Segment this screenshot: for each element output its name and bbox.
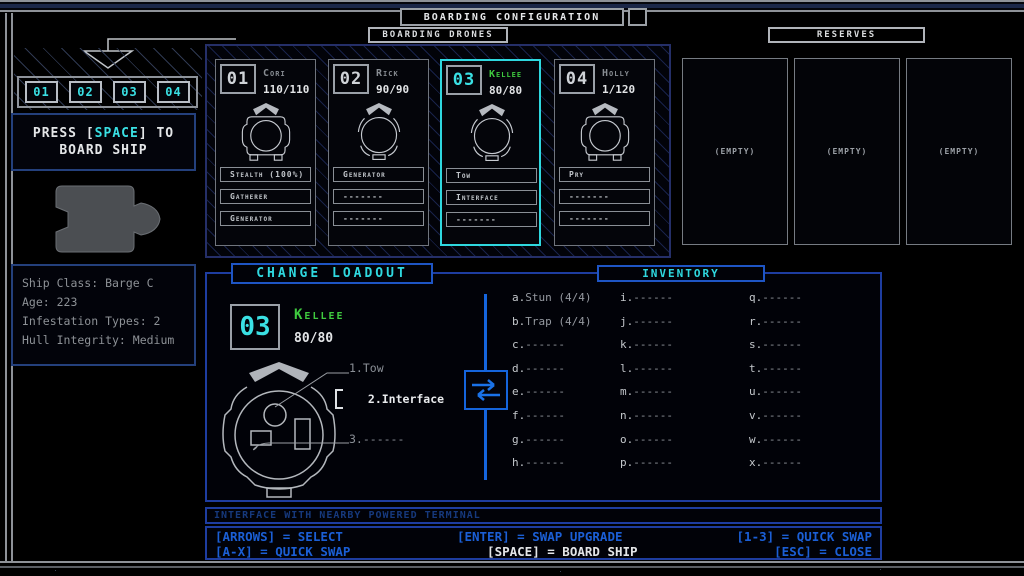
upgrade-slot-1[interactable]: Stealth (100%) bbox=[220, 167, 311, 182]
hint-arrows-select: [ARROWS] = SELECT bbox=[215, 529, 343, 544]
hint-enter-swap: [ENTER] = SWAP UPGRADE bbox=[457, 529, 623, 544]
dock-slot-02[interactable]: 02 bbox=[69, 81, 102, 103]
drone-number: 03 bbox=[446, 65, 482, 95]
inventory-item-m[interactable]: m.------ bbox=[620, 380, 752, 404]
drone-card-holly[interactable]: 04 Holly 1/120 Pry ------- ------- bbox=[554, 59, 655, 246]
upgrade-slot-1[interactable]: Generator bbox=[333, 167, 424, 182]
inventory-item-j[interactable]: j.------ bbox=[620, 310, 752, 334]
drone-card-kellee-selected[interactable]: 03 Kellee 80/80 Tow Interface ------- bbox=[440, 59, 541, 246]
drone-topview-diagram bbox=[215, 359, 365, 501]
inventory-item-p[interactable]: p.------ bbox=[620, 451, 752, 475]
dock-slot-row: 01 02 03 04 bbox=[17, 76, 198, 108]
ship-hull: Hull Integrity: Medium bbox=[22, 331, 194, 350]
board-ship-prompt: PRESS [SPACE] TO BOARD SHIP bbox=[11, 113, 196, 171]
loadout-slot-2-label: 2.Interface bbox=[368, 392, 444, 406]
drone-number: 02 bbox=[333, 64, 369, 94]
change-loadout-panel: CHANGE LOADOUT INVENTORY 03 Kellee 80/80… bbox=[205, 272, 882, 502]
dock-slot-01[interactable]: 01 bbox=[25, 81, 58, 103]
drone-number: 01 bbox=[220, 64, 256, 94]
status-bar: INTERFACE WITH NEARBY POWERED TERMINAL bbox=[205, 507, 882, 524]
upgrade-slot-1[interactable]: Tow bbox=[446, 168, 537, 183]
hint-a-x-quick-swap: [A-X] = QUICK SWAP bbox=[215, 544, 350, 559]
ship-silhouette bbox=[42, 180, 164, 260]
inventory-item-q[interactable]: q.------ bbox=[749, 286, 881, 310]
prompt-text-post: ] TO bbox=[139, 126, 174, 141]
drone-icon bbox=[570, 100, 640, 164]
loadout-slot-2-selected[interactable]: 2.Interface bbox=[335, 388, 477, 410]
hint-space-board-ship: [SPACE] = BOARD SHIP bbox=[487, 544, 638, 559]
inventory-column-2: i.------j.------k.------l.------m.------… bbox=[620, 286, 752, 475]
drone-name: Cori bbox=[263, 68, 286, 79]
prompt-text: PRESS [ bbox=[33, 126, 95, 141]
inventory-title: INVENTORY bbox=[597, 265, 765, 282]
upgrade-slot-3[interactable]: Generator bbox=[220, 211, 311, 226]
loadout-drone-hp: 80/80 bbox=[294, 331, 333, 346]
prompt-line2: BOARD SHIP bbox=[59, 142, 147, 159]
inventory-item-o[interactable]: o.------ bbox=[620, 428, 752, 452]
drone-card-rick[interactable]: 02 Rick 90/90 Generator ------- ------- bbox=[328, 59, 429, 246]
upgrade-slot-2[interactable]: Gatherer bbox=[220, 189, 311, 204]
inventory-item-t[interactable]: t.------ bbox=[749, 357, 881, 381]
swap-arrows-icon bbox=[464, 370, 508, 410]
ship-class: Ship Class: Barge C bbox=[22, 274, 194, 293]
inventory-item-i[interactable]: i.------ bbox=[620, 286, 752, 310]
help-bar: [ARROWS] = SELECT [ENTER] = SWAP UPGRADE… bbox=[205, 526, 882, 560]
hint-1-3-quick-swap: [1-3] = QUICK SWAP bbox=[737, 529, 872, 544]
upgrade-slot-1[interactable]: Pry bbox=[559, 167, 650, 182]
drone-hp: 80/80 bbox=[489, 84, 522, 97]
drone-card-cori[interactable]: 01 Cori 110/110 Stealth (100%) Gatherer … bbox=[215, 59, 316, 246]
page-title: BOARDING CONFIGURATION bbox=[400, 8, 624, 26]
inventory-item-w[interactable]: w.------ bbox=[749, 428, 881, 452]
section-label-boarding-drones: BOARDING DRONES bbox=[368, 27, 508, 43]
loadout-slot-3[interactable]: 3.------ bbox=[349, 432, 404, 446]
upgrade-slot-3[interactable]: ------- bbox=[333, 211, 424, 226]
drone-number: 04 bbox=[559, 64, 595, 94]
title-side-segment bbox=[628, 8, 647, 26]
drone-name: Holly bbox=[602, 68, 630, 79]
dock-slot-03[interactable]: 03 bbox=[113, 81, 146, 103]
inventory-item-u[interactable]: u.------ bbox=[749, 380, 881, 404]
drone-icon bbox=[344, 100, 414, 164]
drone-name: Rick bbox=[376, 68, 399, 79]
drone-hp: 90/90 bbox=[376, 83, 409, 96]
dock-slot-04[interactable]: 04 bbox=[157, 81, 190, 103]
upgrade-slot-2[interactable]: ------- bbox=[333, 189, 424, 204]
drone-hp: 110/110 bbox=[263, 83, 309, 96]
bottom-frame-line bbox=[0, 561, 1024, 568]
drone-icon bbox=[231, 100, 301, 164]
upgrade-slot-2[interactable]: ------- bbox=[559, 189, 650, 204]
ship-info-box: Ship Class: Barge C Age: 223 Infestation… bbox=[11, 264, 196, 366]
loadout-slot-1[interactable]: 1.Tow bbox=[349, 361, 384, 375]
inventory-item-v[interactable]: v.------ bbox=[749, 404, 881, 428]
selection-bracket-left bbox=[335, 389, 343, 409]
inventory-item-k[interactable]: k.------ bbox=[620, 333, 752, 357]
loadout-drone-name: Kellee bbox=[294, 307, 345, 323]
drone-icon bbox=[457, 101, 527, 165]
upgrade-slot-3[interactable]: ------- bbox=[559, 211, 650, 226]
ship-infestation: Infestation Types: 2 bbox=[22, 312, 194, 331]
inventory-item-s[interactable]: s.------ bbox=[749, 333, 881, 357]
reserve-slot-3[interactable]: (EMPTY) bbox=[906, 58, 1012, 245]
reserve-slot-2[interactable]: (EMPTY) bbox=[794, 58, 900, 245]
drone-hp: 1/120 bbox=[602, 83, 635, 96]
reserve-slot-1[interactable]: (EMPTY) bbox=[682, 58, 788, 245]
inventory-item-n[interactable]: n.------ bbox=[620, 404, 752, 428]
upgrade-slot-2[interactable]: Interface bbox=[446, 190, 537, 205]
boarding-drones-panel: 01 Cori 110/110 Stealth (100%) Gatherer … bbox=[205, 44, 671, 258]
section-label-reserves: RESERVES bbox=[768, 27, 925, 43]
inventory-column-3: q.------r.------s.------t.------u.------… bbox=[749, 286, 881, 475]
hint-esc-close: [ESC] = CLOSE bbox=[774, 544, 872, 559]
ship-age: Age: 223 bbox=[22, 293, 194, 312]
inventory-item-l[interactable]: l.------ bbox=[620, 357, 752, 381]
inventory-item-r[interactable]: r.------ bbox=[749, 310, 881, 334]
drone-name: Kellee bbox=[489, 69, 522, 80]
prompt-key-space: SPACE bbox=[95, 126, 139, 141]
inventory-item-x[interactable]: x.------ bbox=[749, 451, 881, 475]
change-loadout-title: CHANGE LOADOUT bbox=[231, 263, 433, 284]
loadout-drone-number: 03 bbox=[230, 304, 280, 350]
upgrade-slot-3[interactable]: ------- bbox=[446, 212, 537, 227]
